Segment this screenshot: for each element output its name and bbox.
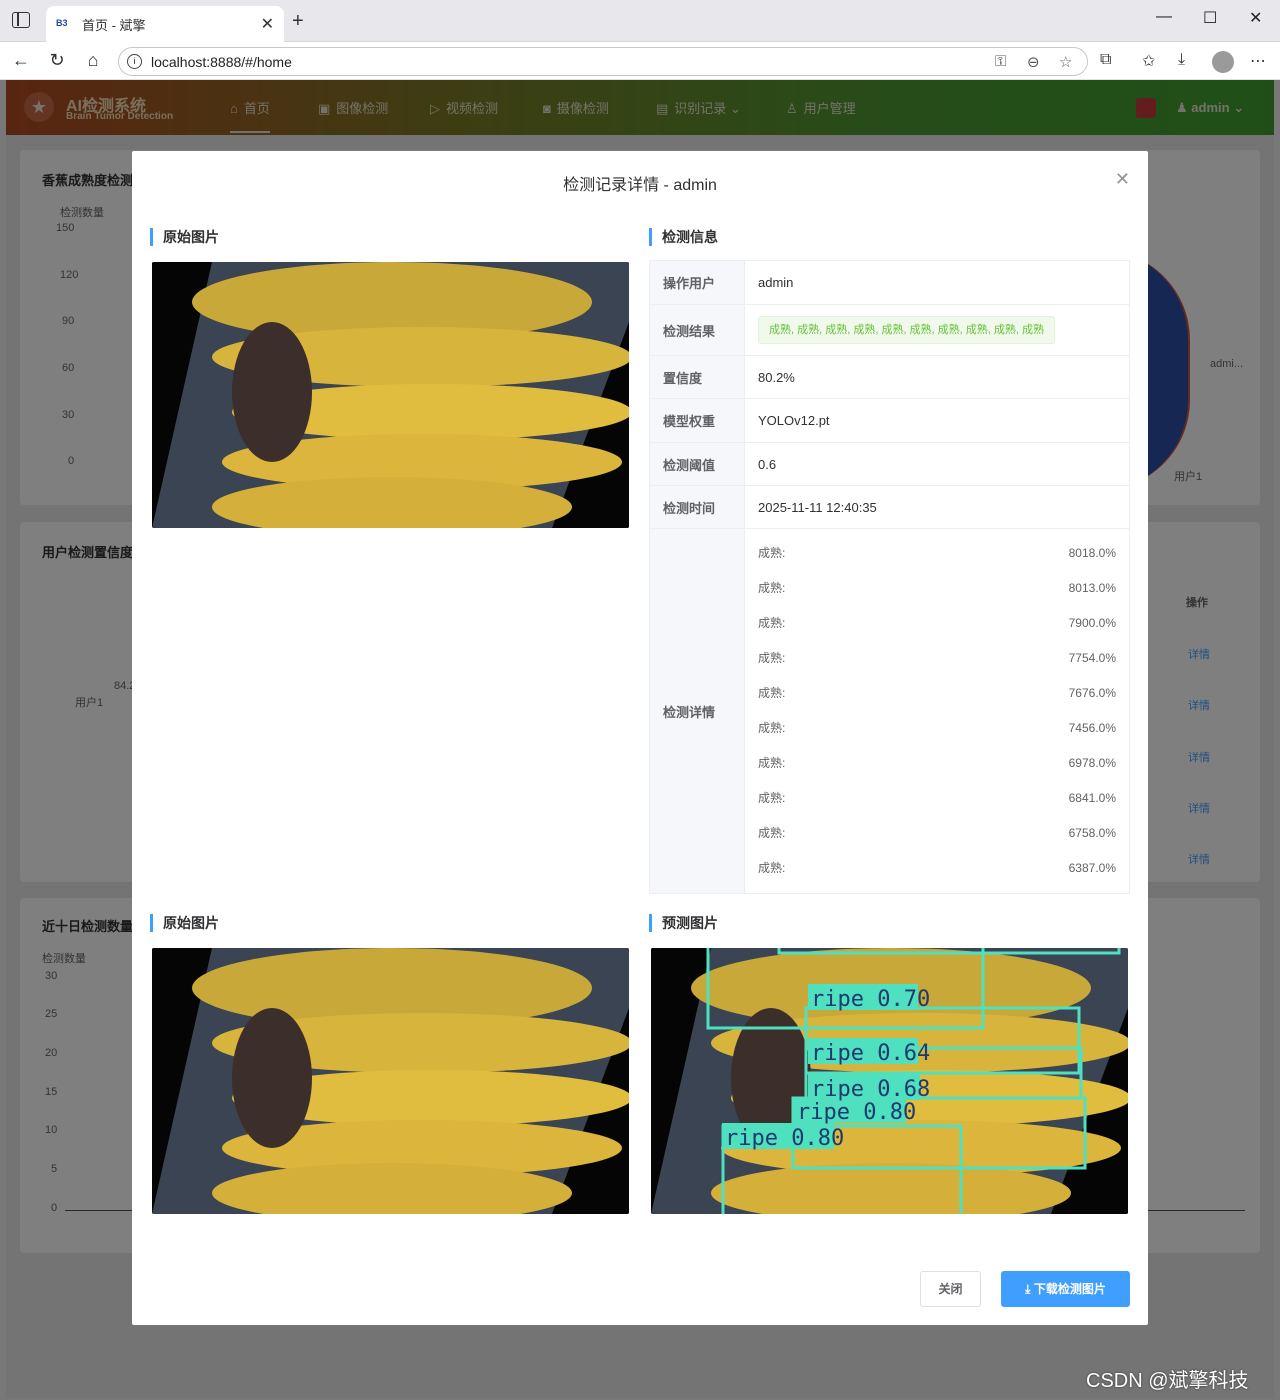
- field-label: 检测时间: [649, 485, 745, 529]
- field-label: 检测详情: [649, 528, 745, 894]
- result-tag: 成熟, 成熟, 成熟, 成熟, 成熟, 成熟, 成熟, 成熟, 成熟, 成熟: [758, 316, 1056, 344]
- minimize-icon[interactable]: —: [1156, 8, 1172, 26]
- field-label: 模型权重: [649, 398, 745, 443]
- tab-title: 首页 - 斌擎: [82, 17, 146, 33]
- detail-row: 成熟: 7900.0%: [758, 616, 1116, 630]
- original-image-title-2: 原始图片: [150, 914, 219, 932]
- profile-avatar[interactable]: [1212, 51, 1234, 73]
- box-label: ripe 0.80: [797, 1100, 916, 1125]
- detail-row: 成熟: 7456.0%: [758, 721, 1116, 735]
- original-image-2: [152, 948, 629, 1214]
- sidebar-toggle-icon[interactable]: [12, 12, 30, 28]
- maximize-icon[interactable]: ☐: [1203, 8, 1217, 28]
- field-confidence: 80.2%: [744, 355, 1130, 399]
- field-label: 检测阈值: [649, 442, 745, 486]
- detail-row: 成熟: 8018.0%: [758, 546, 1116, 560]
- box-label: ripe 0.70: [811, 987, 930, 1012]
- original-image-title: 原始图片: [150, 228, 219, 246]
- field-model: YOLOv12.pt: [744, 398, 1130, 443]
- favorites-icon[interactable]: ✩: [1142, 51, 1155, 71]
- banana-image: [152, 262, 629, 528]
- detail-row: 成熟: 6758.0%: [758, 826, 1116, 840]
- detail-list: 成熟: 8018.0% 成熟: 8013.0% 成熟: 7900.0% 成熟: 7754…: [744, 528, 1130, 894]
- field-threshold: 0.6: [744, 442, 1130, 486]
- home-icon[interactable]: ⌂: [82, 50, 104, 71]
- back-icon[interactable]: ←: [10, 50, 32, 71]
- reload-icon[interactable]: ↻: [46, 50, 68, 71]
- prediction-image: ripe 0.70 ripe 0.64 ripe 0.68 ripe 0.80 …: [651, 948, 1128, 1214]
- detection-info-table: 操作用户 admin 检测结果 成熟, 成熟, 成熟, 成熟, 成熟, 成熟, 成熟…: [649, 260, 1130, 894]
- detail-row: 成熟: 8013.0%: [758, 581, 1116, 595]
- field-label: 操作用户: [649, 260, 745, 305]
- field-label: 置信度: [649, 355, 745, 399]
- box-label: ripe 0.68: [811, 1077, 930, 1102]
- detail-row: 成熟: 6841.0%: [758, 791, 1116, 805]
- field-time: 2025-11-11 12:40:35: [744, 485, 1130, 529]
- detail-row: 成熟: 7754.0%: [758, 651, 1116, 665]
- original-image: [152, 262, 629, 528]
- record-detail-dialog: 检测记录详情 - admin ✕ 原始图片 检测信息 操作用户 admin 检测结…: [132, 151, 1148, 1325]
- browser-tabbar: B3 首页 - 斌擎 ✕ + — ☐ ✕: [0, 0, 1280, 42]
- detail-row: 成熟: 6978.0%: [758, 756, 1116, 770]
- zoom-icon[interactable]: ⊖: [1027, 53, 1040, 71]
- more-icon[interactable]: ⋯: [1250, 51, 1266, 71]
- new-tab-icon[interactable]: +: [292, 10, 304, 33]
- box-label: ripe 0.80: [725, 1126, 844, 1151]
- download-icon: ⤓: [1025, 1282, 1034, 1296]
- box-label: ripe 0.64: [811, 1041, 930, 1066]
- predicted-image: ripe 0.70 ripe 0.64 ripe 0.68 ripe 0.80 …: [651, 948, 1128, 1214]
- banana-image: [152, 948, 629, 1214]
- window-close-icon[interactable]: ✕: [1249, 8, 1262, 28]
- favorite-star-icon[interactable]: ☆: [1059, 53, 1072, 71]
- tab-close-icon[interactable]: ✕: [261, 14, 274, 34]
- predicted-image-title: 预测图片: [649, 914, 718, 932]
- close-button[interactable]: 关闭: [920, 1271, 981, 1307]
- url-bar[interactable]: i localhost:8888/#/home ⚿ ⊖ ☆: [118, 47, 1088, 76]
- key-icon[interactable]: ⚿: [995, 53, 1006, 70]
- field-label: 检测结果: [649, 304, 745, 356]
- browser-tab[interactable]: B3 首页 - 斌擎 ✕: [46, 6, 284, 42]
- download-icon[interactable]: ⤓: [1178, 51, 1185, 69]
- site-info-icon[interactable]: i: [127, 54, 142, 69]
- favicon-icon: B3: [56, 18, 68, 28]
- watermark: CSDN @斌擎科技: [1086, 1370, 1249, 1392]
- detection-info-title: 检测信息: [649, 228, 718, 246]
- detail-row: 成熟: 6387.0%: [758, 861, 1116, 875]
- close-icon[interactable]: ✕: [1115, 169, 1130, 190]
- detail-row: 成熟: 7676.0%: [758, 686, 1116, 700]
- address-toolbar: ← ↻ ⌂ i localhost:8888/#/home ⚿ ⊖ ☆ ⧉ ✩ …: [0, 42, 1280, 80]
- dialog-title: 检测记录详情 - admin: [563, 177, 717, 194]
- url-text: localhost:8888/#/home: [151, 53, 292, 70]
- field-user: admin: [744, 260, 1130, 305]
- extensions-icon[interactable]: ⧉: [1100, 51, 1111, 69]
- download-image-button[interactable]: ⤓ 下载检测图片: [1001, 1271, 1130, 1307]
